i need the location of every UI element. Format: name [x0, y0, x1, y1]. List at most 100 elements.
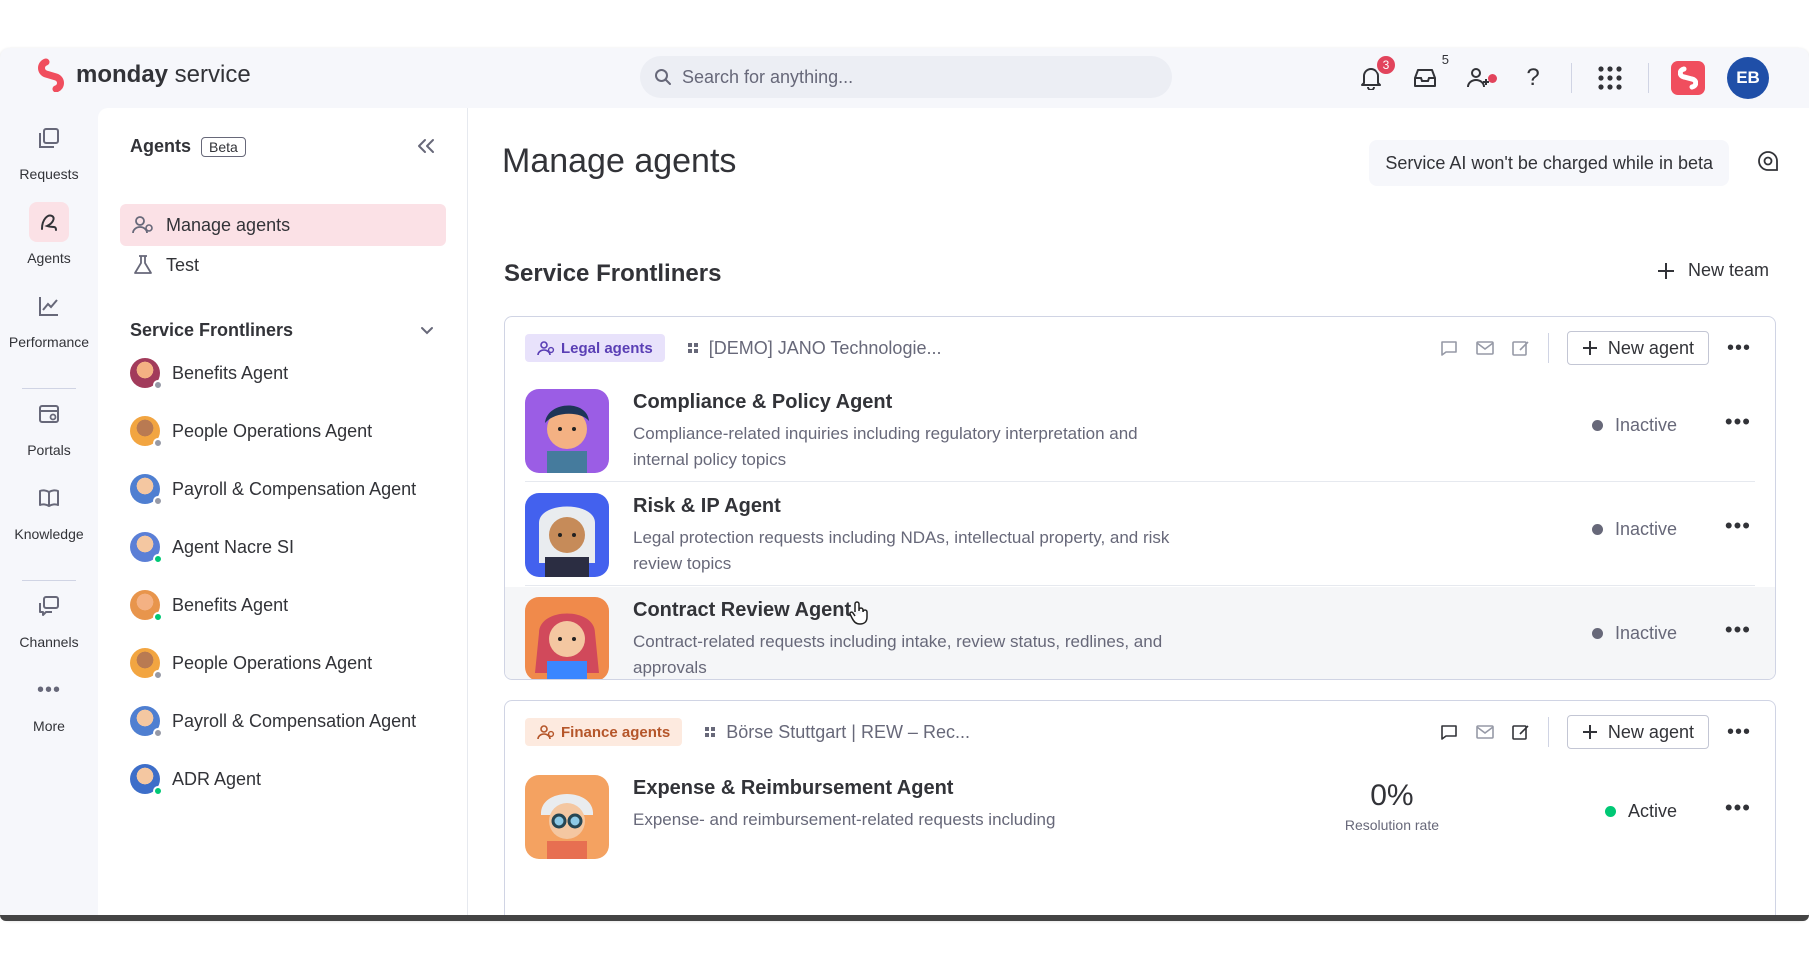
team-actions: New agent •••	[1440, 331, 1751, 365]
chat-bubble-icon	[1758, 151, 1778, 171]
rail-label: Requests	[19, 166, 79, 182]
sidebar-agent-item[interactable]: People Operations Agent	[130, 648, 372, 680]
connected-board[interactable]: [DEMO] JANO Technologie...	[687, 338, 941, 359]
status-dot	[1591, 628, 1603, 639]
sidebar-title: Agents	[130, 136, 192, 156]
sidebar-agent-item[interactable]: People Operations Agent	[130, 416, 373, 448]
team-icon	[537, 341, 555, 356]
metric-value: 0%	[1370, 779, 1414, 812]
email-icon[interactable]	[1476, 725, 1494, 739]
agent-avatar	[130, 416, 163, 448]
agent-status: Inactive	[1591, 415, 1677, 436]
product-switcher-button[interactable]	[1671, 61, 1705, 95]
resolution-rate-metric: 0% Resolution rate	[1345, 779, 1439, 833]
agent-card[interactable]: Risk & IP Agent Legal protection request…	[505, 483, 1775, 585]
sidebar-item-test[interactable]: Test	[120, 244, 446, 286]
top-divider	[1571, 63, 1572, 93]
rail-item-knowledge[interactable]: Knowledge	[0, 478, 98, 542]
agent-status: Inactive	[1591, 519, 1677, 540]
board-name: Börse Stuttgart | REW – Rec...	[726, 721, 970, 742]
sidebar-agent-item[interactable]: Benefits Agent	[130, 358, 288, 390]
form-icon[interactable]	[1512, 723, 1530, 741]
sidebar-agent-item[interactable]: Benefits Agent	[130, 590, 288, 622]
team-card-header: Finance agents Börse Stuttgart | REW – R…	[505, 701, 1775, 763]
agent-card[interactable]: Compliance & Policy Agent Compliance-rel…	[505, 379, 1775, 481]
new-agent-button[interactable]: New agent	[1566, 331, 1709, 365]
team-tag[interactable]: Finance agents	[525, 718, 683, 746]
app-window: monday service Search for anything... 3 …	[0, 48, 1809, 920]
agent-card[interactable]: Contract Review Agent Contract-related r…	[505, 587, 1775, 679]
team-card-header: Legal agents [DEMO] JANO Technologie... …	[505, 317, 1775, 379]
rail-item-channels[interactable]: Channels	[0, 586, 98, 650]
portal-icon	[29, 394, 69, 434]
invite-indicator	[1488, 74, 1497, 83]
agent-card[interactable]: Expense & Reimbursement Agent Expense- a…	[505, 765, 1775, 867]
rail-label: More	[33, 718, 65, 734]
invite-members-button[interactable]	[1463, 62, 1497, 94]
user-avatar[interactable]: EB	[1727, 57, 1769, 99]
manage-agents-icon	[132, 216, 153, 234]
rail-item-agents[interactable]: Agents	[0, 202, 98, 266]
team-more-icon[interactable]: •••	[1727, 721, 1751, 744]
new-team-button[interactable]: New team	[1656, 260, 1769, 281]
board-icon	[705, 727, 716, 737]
inbox-button[interactable]: 5	[1409, 52, 1449, 94]
connected-board[interactable]: Börse Stuttgart | REW – Rec...	[704, 722, 970, 743]
hand-cursor-icon	[849, 601, 868, 625]
collapse-sidebar-button[interactable]	[417, 138, 435, 159]
help-button[interactable]: ?	[1517, 62, 1549, 94]
agent-status-dot	[153, 438, 163, 448]
sidebar-agent-name: People Operations Agent	[172, 420, 373, 441]
window-bottom-edge	[0, 915, 1809, 921]
agent-description: Legal protection requests including NDAs…	[633, 528, 1170, 573]
feedback-button[interactable]	[1757, 150, 1779, 177]
notifications-button[interactable]: 3	[1355, 54, 1397, 94]
sidebar-agent-item[interactable]: ADR Agent	[130, 764, 261, 796]
agent-more-icon[interactable]: •••	[1725, 513, 1751, 539]
actions-divider	[1547, 717, 1549, 747]
new-agent-label: New agent	[1607, 337, 1694, 358]
channel-icon[interactable]	[1440, 723, 1458, 741]
sidebar-agent-name: Agent Nacre SI	[172, 536, 295, 557]
apps-button[interactable]	[1594, 62, 1626, 94]
agent-status-label: Inactive	[1614, 519, 1677, 539]
page-title: Manage agents	[502, 142, 737, 180]
top-divider-2	[1648, 63, 1649, 93]
new-agent-button[interactable]: New agent	[1566, 715, 1709, 749]
sidebar-group-header[interactable]: Service Frontliners	[130, 320, 434, 341]
agent-more-icon[interactable]: •••	[1725, 795, 1751, 821]
status-dot	[1591, 524, 1603, 535]
left-rail: Requests Agents Performance Portals Know…	[0, 108, 98, 920]
agent-more-icon[interactable]: •••	[1725, 409, 1751, 435]
team-more-icon[interactable]: •••	[1727, 337, 1751, 360]
rail-item-requests[interactable]: Requests	[0, 118, 98, 182]
agent-avatar	[130, 532, 163, 564]
rail-item-portals[interactable]: Portals	[0, 394, 98, 458]
sidebar-agent-item[interactable]: Payroll & Compensation Agent	[130, 706, 417, 738]
agent-name: Contract Review Agent	[633, 599, 852, 621]
email-icon[interactable]	[1476, 341, 1494, 355]
agent-status-dot	[153, 670, 163, 680]
rail-item-more[interactable]: ••• More	[0, 670, 98, 735]
agent-avatar	[130, 474, 163, 506]
agent-description: Contract-related requests including inta…	[633, 632, 1163, 677]
app-logo[interactable]: monday service	[38, 58, 251, 92]
form-icon[interactable]	[1512, 339, 1530, 357]
sidebar-agent-item[interactable]: Payroll & Compensation Agent	[130, 474, 416, 506]
global-search-input[interactable]: Search for anything...	[640, 56, 1172, 98]
app-name: monday service	[76, 61, 251, 88]
sidebar-header: Agents Beta	[130, 136, 246, 157]
sidebar-agent-item[interactable]: Agent Nacre SI	[130, 532, 295, 564]
team-tag[interactable]: Legal agents	[525, 334, 665, 362]
chart-icon	[29, 286, 69, 326]
channel-icon[interactable]	[1440, 339, 1458, 357]
board-icon	[687, 343, 698, 353]
sidebar-agent-name: Payroll & Compensation Agent	[172, 710, 417, 731]
agent-avatar	[130, 648, 163, 680]
agent-more-icon[interactable]: •••	[1725, 617, 1751, 643]
main-content: Manage agents Service AI won't be charge…	[468, 108, 1809, 920]
agent-portrait	[525, 775, 609, 859]
rail-item-performance[interactable]: Performance	[0, 286, 98, 350]
sidebar-item-manage-agents[interactable]: Manage agents	[120, 204, 446, 246]
team-icon	[537, 725, 555, 740]
